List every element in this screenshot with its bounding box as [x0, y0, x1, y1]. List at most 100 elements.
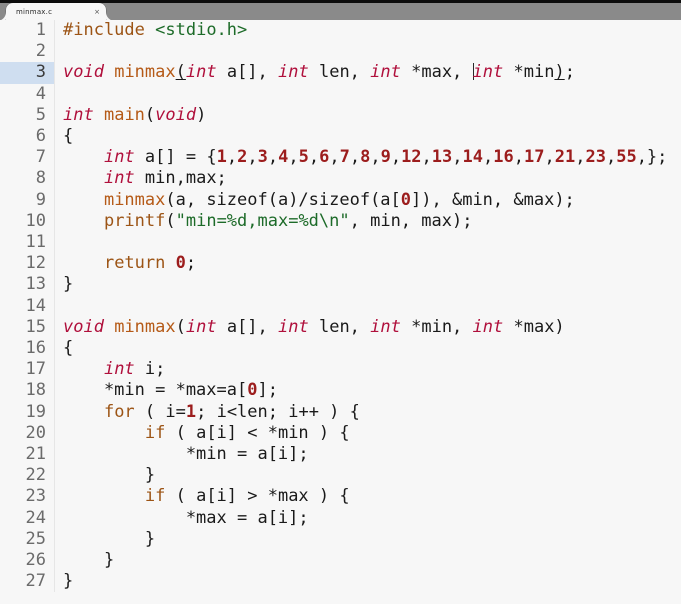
- code-line[interactable]: 27}: [0, 571, 681, 593]
- code-line-text[interactable]: int min,max;: [55, 168, 681, 189]
- code-line-text[interactable]: [55, 232, 681, 253]
- code-line[interactable]: 9 minmax(a, sizeof(a)/sizeof(a[0]), &min…: [0, 189, 681, 211]
- code-line[interactable]: 17 int i;: [0, 359, 681, 381]
- code-token-plain: min,max;: [134, 168, 227, 189]
- code-line[interactable]: 6{: [0, 126, 681, 148]
- code-token-num: 2: [237, 147, 248, 168]
- code-line-text[interactable]: void minmax(int a[], int len, int *min, …: [55, 317, 681, 338]
- code-token-kw: int: [370, 316, 401, 337]
- code-line-text[interactable]: {: [55, 126, 681, 147]
- code-line[interactable]: 11: [0, 232, 681, 254]
- code-token-plain: ,: [349, 147, 361, 168]
- code-line-text[interactable]: minmax(a, sizeof(a)/sizeof(a[0]), &min, …: [55, 190, 681, 211]
- code-line[interactable]: 10 printf("min=%d,max=%d\n", min, max);: [0, 210, 681, 233]
- line-number: 15: [0, 316, 55, 339]
- code-line-text[interactable]: int main(void): [55, 105, 681, 126]
- code-token-plain: (: [144, 104, 156, 125]
- code-line[interactable]: 18 *min = *max=a[0];: [0, 380, 681, 402]
- code-line-text[interactable]: if ( a[i] < *min ) {: [55, 423, 681, 444]
- code-token-plain: a[],: [216, 316, 279, 337]
- close-icon[interactable]: ×: [92, 8, 102, 17]
- code-line-text[interactable]: }: [55, 529, 681, 550]
- code-line[interactable]: 13}: [0, 274, 681, 296]
- code-line-text[interactable]: #include <stdio.h>: [55, 20, 681, 41]
- code-line-text[interactable]: }: [55, 571, 681, 592]
- line-number: 3: [0, 62, 55, 84]
- code-token-plain: ,: [483, 147, 494, 168]
- code-line[interactable]: 8 int min,max;: [0, 168, 681, 190]
- code-line-text[interactable]: printf("min=%d,max=%d\n", min, max);: [55, 211, 681, 232]
- code-token-hdr: <stdio.h>: [155, 20, 248, 40]
- code-token-kw: int: [185, 316, 217, 337]
- code-token-kw: int: [472, 62, 504, 83]
- line-number: 8: [0, 168, 55, 190]
- code-line-text[interactable]: *min = a[i];: [55, 444, 681, 465]
- code-token-num: 0: [247, 380, 258, 401]
- line-number: 23: [0, 486, 55, 508]
- line-number: 26: [0, 550, 55, 572]
- code-line-text[interactable]: int a[] = {1,2,3,4,5,6,7,8,9,12,13,14,16…: [55, 147, 681, 168]
- code-line[interactable]: 25 }: [0, 528, 681, 551]
- code-line-text[interactable]: *min = *max=a[0];: [55, 380, 681, 401]
- code-line[interactable]: 15 void minmax(int a[], int len, int *min…: [0, 316, 681, 339]
- code-token-plain: }: [63, 465, 156, 486]
- code-lines-table: 1 #include <stdio.h> 2 3 void minmax(int a[]…: [0, 20, 681, 593]
- code-line[interactable]: 1 #include <stdio.h>: [0, 20, 681, 42]
- line-number: 10: [0, 210, 55, 233]
- code-line[interactable]: 5 int main(void): [0, 104, 681, 127]
- code-line-text[interactable]: int i;: [55, 359, 681, 380]
- code-editor[interactable]: 1 #include <stdio.h> 2 3 void minmax(int a[]…: [0, 20, 681, 604]
- line-number: 16: [0, 338, 55, 360]
- line-number: 27: [0, 571, 55, 593]
- tab-minmax-c[interactable]: minmax.c ×: [6, 3, 106, 21]
- code-token-plain: *max): [503, 316, 565, 337]
- code-line-text[interactable]: }: [55, 550, 681, 571]
- line-number: 25: [0, 528, 55, 551]
- code-token-num: 16: [493, 147, 514, 168]
- code-line[interactable]: 16 {: [0, 338, 681, 360]
- code-line[interactable]: 12 return 0;: [0, 253, 681, 275]
- code-line[interactable]: 20 if ( a[i] < *min ) {: [0, 422, 681, 445]
- code-line-text[interactable]: [55, 84, 681, 105]
- code-line[interactable]: 2: [0, 41, 681, 63]
- code-line-text[interactable]: return 0;: [55, 253, 681, 274]
- code-line[interactable]: 4: [0, 83, 681, 105]
- code-token-plain: }: [63, 571, 74, 592]
- code-line-text[interactable]: }: [55, 274, 681, 295]
- code-line[interactable]: 23 if ( a[i] > *max ) {: [0, 486, 681, 508]
- code-line[interactable]: 3 void minmax(int a[], int len, int *max,…: [0, 62, 681, 84]
- code-line[interactable]: 26 }: [0, 550, 681, 572]
- code-token-plain: ,: [288, 147, 299, 168]
- code-line-text[interactable]: for ( i=1; i<len; i++ ) {: [55, 402, 681, 423]
- code-line-text[interactable]: *max = a[i];: [55, 508, 681, 529]
- code-token-plain: *min = *max=a[: [63, 380, 248, 401]
- code-line[interactable]: 7 int a[] = {1,2,3,4,5,6,7,8,9,12,13,14,…: [0, 147, 681, 169]
- code-line-text[interactable]: }: [55, 465, 681, 486]
- code-line[interactable]: 19 for ( i=1; i<len; i++ ) {: [0, 401, 681, 423]
- code-token-plain: ,: [390, 147, 402, 168]
- code-token-num: 0: [175, 253, 186, 274]
- code-line-text[interactable]: [55, 41, 681, 62]
- code-token-plain: ;: [185, 253, 197, 274]
- code-line-text[interactable]: void minmax(int a[], int len, int *max, …: [55, 62, 681, 83]
- code-line[interactable]: 21 *min = a[i];: [0, 444, 681, 466]
- code-line[interactable]: 14: [0, 295, 681, 317]
- code-line[interactable]: 24 *max = a[i];: [0, 507, 681, 529]
- line-number: 20: [0, 422, 55, 445]
- line-number: 14: [0, 295, 55, 317]
- code-token-plain: ( a[i] > *max ) {: [165, 486, 350, 507]
- code-token-plain: ];: [257, 380, 278, 401]
- code-token-plain: ,: [544, 147, 555, 168]
- code-token-ul: ): [554, 62, 565, 83]
- code-line-text[interactable]: if ( a[i] > *max ) {: [55, 486, 681, 507]
- code-line[interactable]: 22 }: [0, 465, 681, 487]
- code-token-num: 55: [616, 147, 637, 168]
- code-line-text[interactable]: {: [55, 338, 681, 359]
- code-line-text[interactable]: [55, 296, 681, 317]
- code-token-num: 7: [339, 147, 350, 168]
